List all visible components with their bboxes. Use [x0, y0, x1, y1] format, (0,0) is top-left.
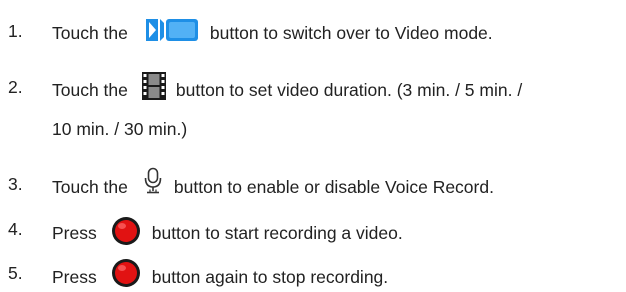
step-text-after: button to start recording a video.	[151, 223, 403, 243]
step-text-before: Touch the	[52, 23, 128, 43]
microphone-icon	[142, 167, 164, 195]
record-button-icon	[111, 216, 141, 246]
step-number: 5.	[8, 263, 23, 283]
step-text-after: button to enable or disable Voice Record…	[173, 177, 494, 197]
step-text: Press button again to stop recording.	[52, 259, 388, 292]
step-2-continuation: 10 min. / 30 min.)	[52, 119, 188, 139]
film-strip-icon	[141, 72, 166, 100]
video-mode-icon	[144, 17, 200, 43]
instruction-list: 1. Touch the button to switch over to Vi…	[0, 0, 626, 287]
step-number: 3.	[8, 174, 23, 194]
step-text: Touch the button to enable or disable Vo…	[52, 167, 494, 201]
record-button-icon	[111, 258, 141, 288]
step-text: Touch the button to set video duration. …	[52, 72, 523, 104]
step-text-before: Touch the	[52, 80, 128, 100]
step-number: 1.	[8, 21, 23, 41]
step-text-after: button to set video duration. (3 min. / …	[175, 80, 523, 100]
step-text-after: button to switch over to Video mode.	[209, 23, 493, 43]
step-number: 4.	[8, 219, 23, 239]
step-text: Touch the button to switch over to Video…	[52, 17, 493, 46]
step-text-before: Touch the	[52, 177, 128, 197]
step-number: 2.	[8, 77, 23, 97]
step-text: Press button to start recording a video.	[52, 216, 403, 248]
step-text-before: Press	[52, 223, 97, 243]
